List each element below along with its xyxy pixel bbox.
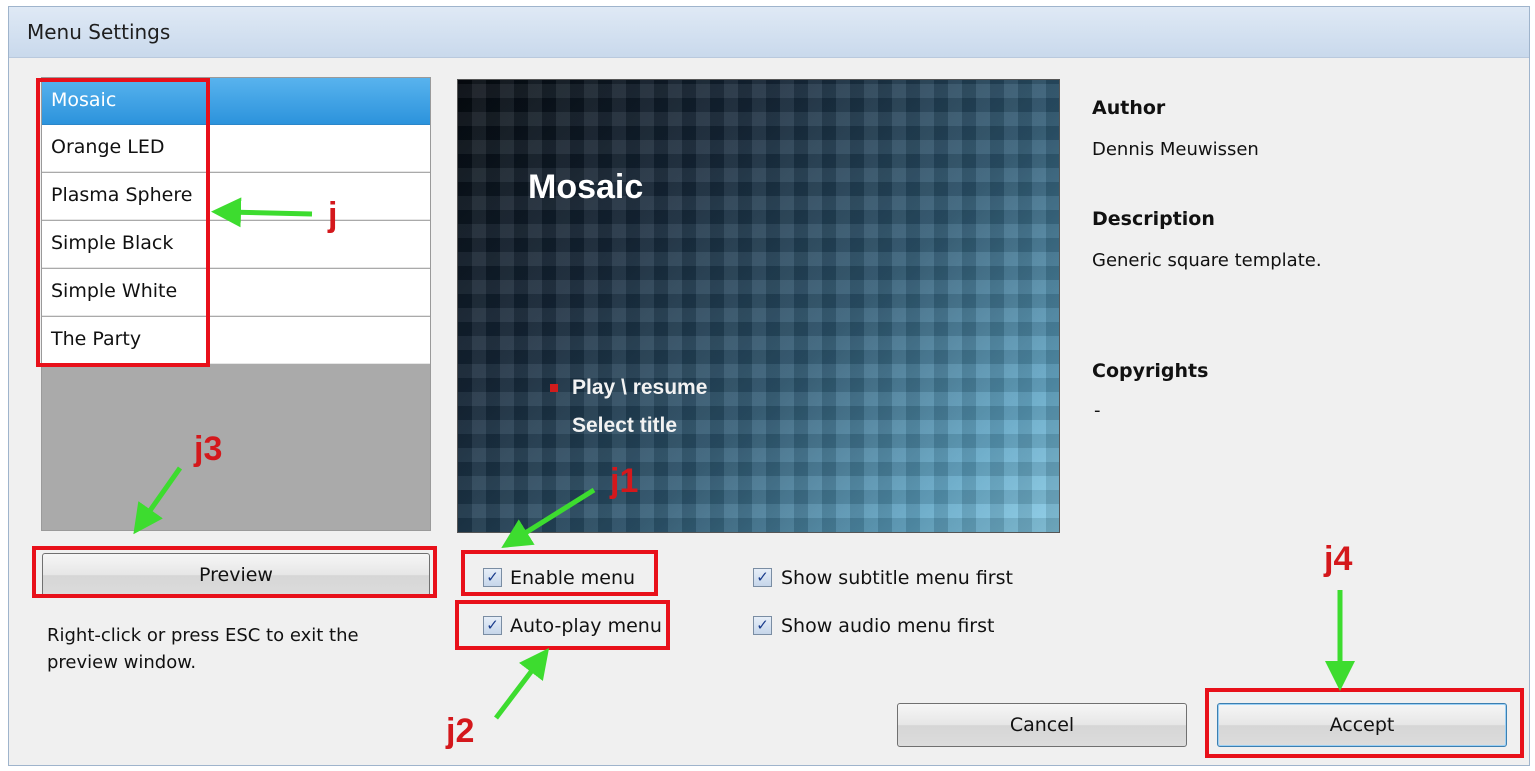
- show-subtitle-first-label: Show subtitle menu first: [781, 567, 1013, 589]
- show-audio-first-checkbox[interactable]: ✓: [753, 616, 772, 635]
- annotation-box-preview-button: [32, 546, 437, 598]
- title-bar: Menu Settings: [9, 7, 1529, 58]
- annotation-label-j1: j1: [610, 462, 639, 500]
- annotation-box-auto-play-menu: [455, 600, 670, 650]
- annotation-box-enable-menu: [461, 550, 658, 596]
- description-value: Generic square template.: [1092, 250, 1322, 271]
- menu-settings-dialog: Menu Settings Mosaic Orange LED Plasma S…: [8, 6, 1530, 766]
- author-heading: Author: [1092, 97, 1166, 119]
- preview-menu-title: Mosaic: [528, 168, 644, 206]
- cancel-button-label: Cancel: [1009, 714, 1075, 736]
- show-audio-first-label: Show audio menu first: [781, 615, 995, 637]
- copyrights-heading: Copyrights: [1092, 360, 1209, 382]
- annotation-label-j3: j3: [194, 430, 223, 468]
- menu-preview-image: Mosaic Play \ resume Select title: [457, 79, 1060, 533]
- annotation-label-j: j: [328, 196, 338, 234]
- annotation-box-template-list: [36, 78, 210, 367]
- annotation-label-j2: j2: [446, 712, 475, 750]
- description-heading: Description: [1092, 208, 1215, 230]
- cancel-button[interactable]: Cancel: [897, 703, 1187, 747]
- preview-hint-line: preview window.: [47, 652, 197, 673]
- show-subtitle-first-checkbox[interactable]: ✓: [753, 568, 772, 587]
- annotation-label-j4: j4: [1324, 540, 1353, 578]
- copyrights-value: -: [1094, 400, 1101, 421]
- preview-hint-line: Right-click or press ESC to exit the: [47, 625, 359, 646]
- annotation-box-accept-button: [1205, 688, 1524, 758]
- preview-menu-item: Play \ resume: [572, 376, 708, 399]
- window-title: Menu Settings: [27, 20, 171, 44]
- preview-menu-item: Select title: [572, 414, 678, 437]
- author-value: Dennis Meuwissen: [1092, 139, 1259, 160]
- preview-bullet-icon: [550, 384, 558, 392]
